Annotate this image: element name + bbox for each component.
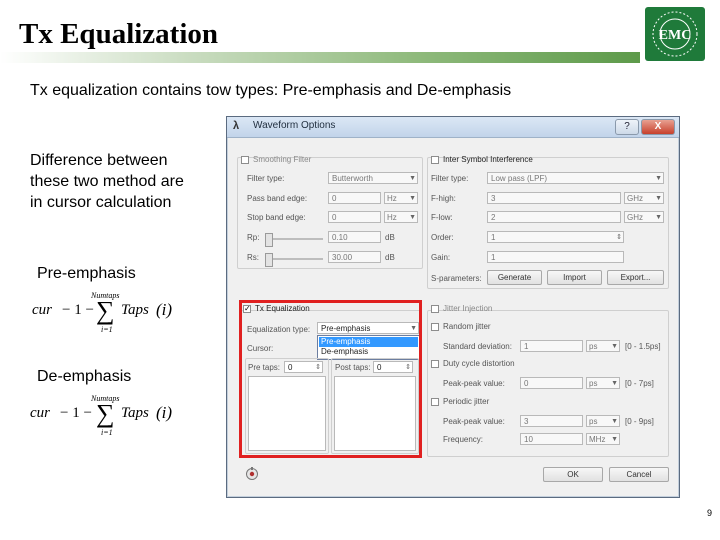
frequency-input[interactable]: 10 [520, 433, 583, 445]
flow-unit-select[interactable]: GHz ▼ [624, 211, 664, 223]
fhigh-unit-select[interactable]: GHz ▼ [624, 192, 664, 204]
pre-emphasis-formula: cur − 1 − Numtaps ∑ i=1 Taps (i) [30, 290, 190, 336]
tx-eq-highlight-frame [239, 300, 422, 458]
difference-line-3: in cursor calculation [30, 194, 172, 211]
dcd-peak-peak-label: Peak-peak value: [443, 379, 505, 388]
formula-minus-one: − 1 − [62, 302, 94, 318]
formula-sum-bottom: i=1 [101, 428, 113, 437]
rp-label: Rp: [247, 233, 260, 242]
dialog-titlebar: λ Waveform Options ? X [227, 117, 679, 138]
waveform-options-dialog: λ Waveform Options ? X Smoothing Filter … [226, 116, 680, 498]
pj-unit-select[interactable]: ps ▼ [586, 415, 620, 427]
formula-cur: cur [32, 302, 52, 318]
formula-index: (i) [156, 300, 173, 319]
fhigh-input[interactable]: 3 [487, 192, 621, 204]
formula-sum-sign: ∑ [96, 296, 115, 325]
de-emphasis-formula: cur − 1 − Numtaps ∑ i=1 Taps (i) [30, 393, 190, 439]
periodic-jitter-label: Periodic jitter [443, 397, 490, 406]
rs-unit: dB [385, 253, 395, 262]
smoothing-filter-checkbox[interactable] [241, 156, 249, 164]
rp-input[interactable]: 0.10 [328, 231, 381, 243]
jitter-checkbox[interactable] [431, 305, 439, 313]
rs-input[interactable]: 30.00 [328, 251, 381, 263]
gain-input[interactable]: 1 [487, 251, 624, 263]
dialog-title: Waveform Options [253, 120, 336, 131]
stopband-label: Stop band edge: [247, 213, 306, 222]
stopband-input[interactable]: 0 [328, 211, 381, 223]
frequency-unit-select[interactable]: MHz ▼ [586, 433, 620, 445]
std-dev-unit-select[interactable]: ps ▼ [586, 340, 620, 352]
jitter-label: Jitter Injection [443, 304, 493, 313]
isi-label: Inter Symbol Interference [443, 155, 533, 164]
smoothing-filter-label: Smoothing Filter [253, 155, 312, 164]
difference-text: Difference between these two method are … [30, 150, 184, 213]
passband-unit-select[interactable]: Hz ▼ [384, 192, 418, 204]
formula-taps: Taps [121, 405, 149, 421]
import-button[interactable]: Import [547, 270, 602, 285]
std-dev-label: Standard deviation: [443, 342, 512, 351]
formula-index: (i) [156, 403, 173, 422]
difference-line-1: Difference between [30, 152, 168, 169]
formula-cur: cur [30, 405, 50, 421]
page-number: 9 [706, 508, 712, 518]
rp-slider[interactable] [265, 233, 323, 247]
formula-sum-sign: ∑ [96, 399, 115, 428]
isi-filter-type-label: Filter type: [431, 174, 469, 183]
difference-line-2: these two method are [30, 173, 184, 190]
sparams-label: S-parameters: [431, 274, 482, 283]
rs-label: Rs: [247, 253, 259, 262]
flow-label: F-low: [431, 213, 453, 222]
generate-button[interactable]: Generate [487, 270, 542, 285]
rs-slider[interactable] [265, 253, 323, 267]
pj-peak-peak-label: Peak-peak value: [443, 417, 505, 426]
passband-input[interactable]: 0 [328, 192, 381, 204]
slide-title: Tx Equalization [19, 18, 219, 50]
intro-text: Tx equalization contains tow types: Pre-… [30, 82, 512, 99]
stopband-unit-select[interactable]: Hz ▼ [384, 211, 418, 223]
periodic-jitter-checkbox[interactable] [431, 398, 439, 406]
dcd-range: [0 - 7ps] [625, 379, 654, 388]
filter-type-label: Filter type: [247, 174, 285, 183]
duty-cycle-label: Duty cycle distortion [443, 359, 515, 368]
settings-icon[interactable] [245, 467, 259, 481]
rp-unit: dB [385, 233, 395, 242]
pj-range: [0 - 9ps] [625, 417, 654, 426]
formula-minus-one: − 1 − [60, 405, 92, 421]
formula-taps: Taps [121, 302, 149, 318]
pj-peak-peak-input[interactable]: 3 [520, 415, 583, 427]
logo-text: EMC [659, 28, 692, 43]
title-underline-bar [0, 52, 640, 63]
close-button[interactable]: X [641, 119, 675, 135]
gain-label: Gain: [431, 253, 451, 262]
std-dev-input[interactable]: 1 [520, 340, 583, 352]
duty-cycle-checkbox[interactable] [431, 360, 439, 368]
order-spinner[interactable]: 1 ⇕ [487, 231, 624, 243]
cancel-button[interactable]: Cancel [609, 467, 669, 482]
flow-input[interactable]: 2 [487, 211, 621, 223]
app-icon: λ [233, 120, 240, 132]
emc-logo: EMC [644, 6, 706, 62]
ok-button[interactable]: OK [543, 467, 603, 482]
random-jitter-label: Random jitter [443, 322, 491, 331]
isi-checkbox[interactable] [431, 156, 439, 164]
fhigh-label: F-high: [431, 194, 456, 203]
help-button[interactable]: ? [615, 119, 639, 135]
pre-emphasis-label: Pre-emphasis [37, 265, 136, 282]
order-label: Order: [431, 233, 454, 242]
random-jitter-checkbox[interactable] [431, 323, 439, 331]
export-button[interactable]: Export... [607, 270, 664, 285]
dcd-unit-select[interactable]: ps ▼ [586, 377, 620, 389]
isi-filter-type-select[interactable]: Low pass (LPF) ▼ [487, 172, 664, 184]
formula-sum-bottom: i=1 [101, 325, 113, 334]
de-emphasis-label: De-emphasis [37, 368, 132, 385]
smoothing-filter-type-select[interactable]: Butterworth ▼ [328, 172, 418, 184]
dcd-peak-peak-input[interactable]: 0 [520, 377, 583, 389]
passband-label: Pass band edge: [247, 194, 308, 203]
std-dev-range: [0 - 1.5ps] [625, 342, 661, 351]
frequency-label: Frequency: [443, 435, 484, 444]
